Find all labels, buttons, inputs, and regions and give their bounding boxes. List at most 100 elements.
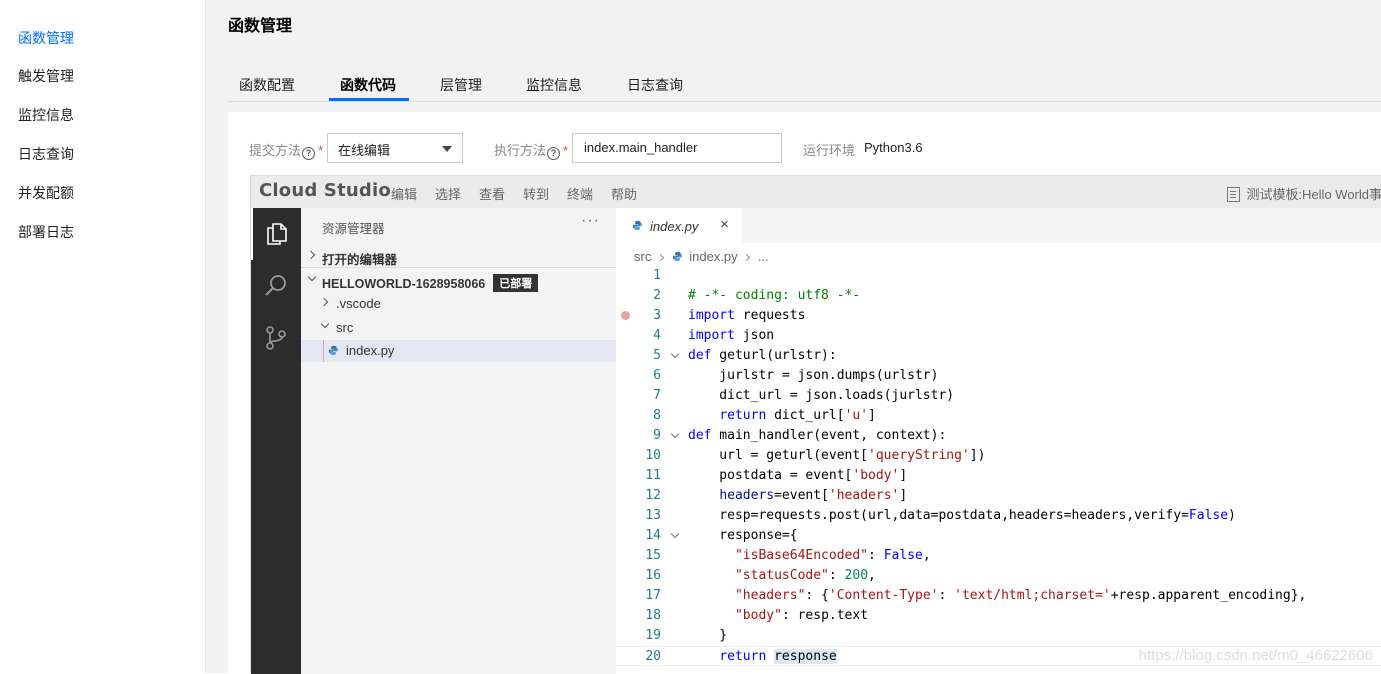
file-explorer: 资源管理器 ··· 打开的编辑器 HELLOWORLD-1628958066 已部… xyxy=(301,208,616,674)
explorer-activity-button[interactable] xyxy=(251,208,301,260)
menu-terminal[interactable]: 终端 xyxy=(567,184,593,203)
close-icon[interactable]: × xyxy=(720,216,729,233)
menu-help[interactable]: 帮助 xyxy=(611,184,637,203)
code-text: jurlstr = json.dumps(urlstr) xyxy=(688,368,939,383)
project-root[interactable]: HELLOWORLD-1628958066 已部署 xyxy=(301,270,616,292)
submit-method-value: 在线编辑 xyxy=(338,143,391,158)
file-index-py-label: index.py xyxy=(346,343,395,358)
code-text: "headers": {'Content-Type': 'text/html;c… xyxy=(734,588,1307,603)
code-line[interactable]: 4 import json xyxy=(616,326,1381,346)
code-area[interactable]: 1 2 # -*- coding: utf8 -*- 3 import requests… xyxy=(616,266,1381,666)
chevron-down-icon xyxy=(307,272,317,282)
test-template-selector[interactable]: 测试模板:Hello World事 xyxy=(1227,184,1381,203)
tab-monitoring[interactable]: 监控信息 xyxy=(526,75,582,95)
code-line[interactable]: 18 "body": resp.text xyxy=(616,606,1381,626)
line-number: 8 xyxy=(653,408,661,423)
editor-tab-label: index.py xyxy=(650,219,699,234)
code-text: import requests xyxy=(688,308,806,323)
project-name: HELLOWORLD-1628958066 xyxy=(322,277,486,291)
code-line[interactable]: 14 response={ xyxy=(616,526,1381,546)
submit-method-select[interactable]: 在线编辑 xyxy=(327,133,463,163)
menu-view[interactable]: 查看 xyxy=(479,184,505,203)
required-mark: * xyxy=(318,143,324,158)
folder-vscode[interactable]: .vscode xyxy=(301,293,616,315)
sidebar-item-monitoring[interactable]: 监控信息 xyxy=(18,105,74,125)
code-line[interactable]: 11 postdata = event['body'] xyxy=(616,466,1381,486)
list-icon xyxy=(1227,187,1241,202)
left-sidebar: 函数管理 触发管理 监控信息 日志查询 并发配额 部署日志 xyxy=(0,0,206,673)
line-number: 12 xyxy=(645,488,661,503)
menu-select[interactable]: 选择 xyxy=(435,184,461,203)
help-icon[interactable]: ? xyxy=(302,147,316,160)
fold-chevron-icon[interactable] xyxy=(670,349,680,359)
sidebar-item-log-query[interactable]: 日志查询 xyxy=(18,144,74,164)
folder-src-label: src xyxy=(336,320,354,335)
code-text: "isBase64Encoded": False, xyxy=(734,548,931,563)
tab-function-config[interactable]: 函数配置 xyxy=(239,75,295,95)
deployed-badge: 已部署 xyxy=(493,274,539,292)
code-line[interactable]: 15 "isBase64Encoded": False, xyxy=(616,546,1381,566)
code-line[interactable]: 5 def geturl(urlstr): xyxy=(616,346,1381,366)
code-line[interactable]: 9 def main_handler(event, context): xyxy=(616,426,1381,446)
required-mark: * xyxy=(563,143,569,158)
activity-bar xyxy=(251,208,301,674)
code-line[interactable]: 10 url = geturl(event['queryString']) xyxy=(616,446,1381,466)
more-actions-icon[interactable]: ··· xyxy=(581,212,600,230)
menu-edit[interactable]: 编辑 xyxy=(391,184,417,203)
code-line[interactable]: 2 # -*- coding: utf8 -*- xyxy=(616,286,1381,306)
code-line[interactable]: 19 } xyxy=(616,626,1381,646)
code-line[interactable]: 13 resp=requests.post(url,data=postdata,… xyxy=(616,506,1381,526)
test-template-label: 测试模板:Hello World事 xyxy=(1246,187,1381,202)
code-line[interactable]: 6 jurlstr = json.dumps(urlstr) xyxy=(616,366,1381,386)
sidebar-item-trigger-management[interactable]: 触发管理 xyxy=(18,66,74,86)
fold-chevron-icon[interactable] xyxy=(670,429,680,439)
exec-method-input[interactable]: index.main_handler xyxy=(572,133,782,163)
line-number: 10 xyxy=(645,448,661,463)
line-number: 3 xyxy=(653,308,661,323)
caret-down-icon xyxy=(442,146,452,152)
tab-layer-management[interactable]: 层管理 xyxy=(440,75,482,95)
search-activity-button[interactable] xyxy=(251,260,301,312)
tab-log-query[interactable]: 日志查询 xyxy=(627,75,683,95)
code-text: dict_url = json.loads(jurlstr) xyxy=(688,388,955,403)
fold-chevron-icon[interactable] xyxy=(670,529,680,539)
code-line[interactable]: 1 xyxy=(616,266,1381,286)
tab-function-code[interactable]: 函数代码 xyxy=(340,75,396,95)
line-number: 4 xyxy=(653,328,661,343)
active-tab-indicator xyxy=(329,98,409,101)
help-icon[interactable]: ? xyxy=(547,147,561,160)
code-text: headers=event['headers'] xyxy=(719,488,908,503)
breadcrumb-src[interactable]: src xyxy=(634,249,651,264)
code-panel: 提交方法? * 在线编辑 执行方法? * index.main_handler 运行… xyxy=(228,112,1381,674)
line-number: 15 xyxy=(645,548,661,563)
breadcrumb-symbols[interactable]: ... xyxy=(758,249,769,264)
indent-guide xyxy=(323,340,324,362)
source-control-activity-button[interactable] xyxy=(251,312,301,364)
submit-method-label-text: 提交方法 xyxy=(249,143,302,158)
code-line[interactable]: 7 dict_url = json.loads(jurlstr) xyxy=(616,386,1381,406)
folder-src[interactable]: src xyxy=(301,317,616,339)
code-line[interactable]: 12 headers=event['headers'] xyxy=(616,486,1381,506)
page-title: 函数管理 xyxy=(228,18,293,35)
editor-tab-index-py[interactable]: index.py × xyxy=(616,208,742,243)
files-icon xyxy=(267,223,287,245)
code-line[interactable]: 8 return dict_url['u'] xyxy=(616,406,1381,426)
runtime-value: Python3.6 xyxy=(864,140,923,155)
open-editors-section[interactable]: 打开的编辑器 xyxy=(301,246,616,268)
runtime-label: 运行环境 xyxy=(803,143,856,158)
folder-vscode-label: .vscode xyxy=(336,296,381,311)
code-line[interactable]: 3 import requests xyxy=(616,306,1381,326)
editor-tabbar: index.py × xyxy=(616,208,1381,243)
sidebar-item-deploy-log[interactable]: 部署日志 xyxy=(18,222,74,242)
menu-goto[interactable]: 转到 xyxy=(523,184,549,203)
chevron-right-icon xyxy=(743,253,751,262)
breadcrumb-file[interactable]: index.py xyxy=(689,249,737,264)
code-line[interactable]: 16 "statusCode": 200, xyxy=(616,566,1381,586)
line-number: 11 xyxy=(645,468,661,483)
code-line[interactable]: 17 "headers": {'Content-Type': 'text/htm… xyxy=(616,586,1381,606)
chevron-down-icon xyxy=(320,319,330,329)
line-number: 19 xyxy=(645,628,661,643)
sidebar-item-concurrency-quota[interactable]: 并发配额 xyxy=(18,183,74,203)
file-index-py[interactable]: index.py xyxy=(301,340,616,362)
sidebar-item-function-management[interactable]: 函数管理 xyxy=(18,28,74,48)
